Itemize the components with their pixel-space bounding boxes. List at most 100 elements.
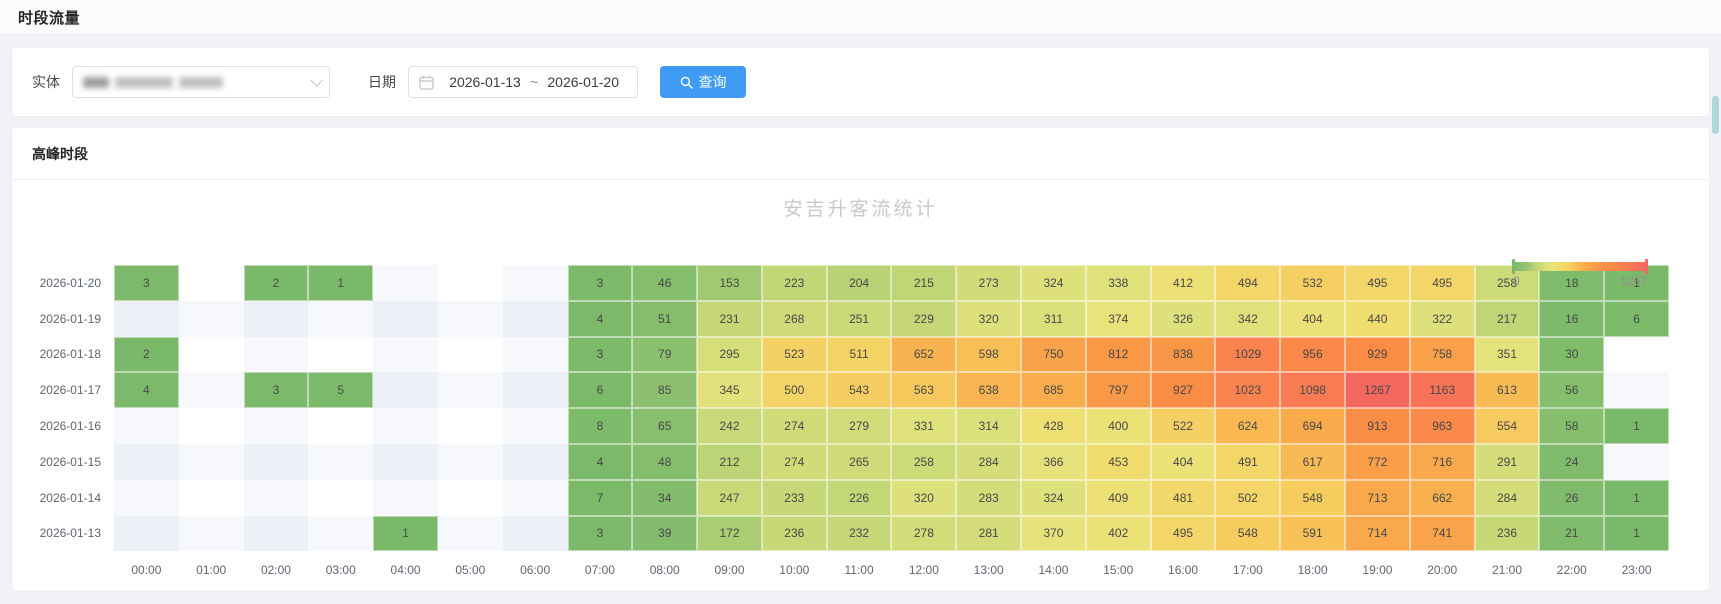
heatmap-cell[interactable]: 51	[632, 301, 697, 337]
heatmap-cell[interactable]: 65	[632, 408, 697, 444]
heatmap-cell[interactable]: 758	[1410, 337, 1475, 373]
heatmap-cell[interactable]: 279	[827, 408, 892, 444]
heatmap-cell[interactable]: 16	[1539, 301, 1604, 337]
heatmap-cell[interactable]: 2	[244, 265, 309, 301]
heatmap-cell[interactable]	[503, 337, 568, 373]
heatmap-cell[interactable]: 85	[632, 372, 697, 408]
heatmap-cell[interactable]: 284	[956, 444, 1021, 480]
heatmap-cell[interactable]: 370	[1021, 516, 1086, 552]
heatmap-cell[interactable]: 1029	[1215, 337, 1280, 373]
heatmap-cell[interactable]: 1163	[1410, 372, 1475, 408]
heatmap-cell[interactable]: 502	[1215, 480, 1280, 516]
heatmap-cell[interactable]: 3	[568, 265, 633, 301]
heatmap-cell[interactable]: 624	[1215, 408, 1280, 444]
heatmap-cell[interactable]: 229	[891, 301, 956, 337]
heatmap-cell[interactable]	[438, 480, 503, 516]
heatmap-cell[interactable]: 2	[114, 337, 179, 373]
heatmap-cell[interactable]: 232	[827, 516, 892, 552]
heatmap-cell[interactable]: 613	[1475, 372, 1540, 408]
heatmap-cell[interactable]: 295	[697, 337, 762, 373]
heatmap-cell[interactable]: 338	[1086, 265, 1151, 301]
heatmap-cell[interactable]	[114, 444, 179, 480]
heatmap-cell[interactable]: 284	[1475, 480, 1540, 516]
heatmap-cell[interactable]: 1098	[1280, 372, 1345, 408]
heatmap-cell[interactable]: 231	[697, 301, 762, 337]
heatmap-cell[interactable]: 481	[1151, 480, 1216, 516]
heatmap-cell[interactable]	[244, 444, 309, 480]
heatmap-cell[interactable]: 172	[697, 516, 762, 552]
heatmap-cell[interactable]	[308, 444, 373, 480]
heatmap-cell[interactable]	[114, 408, 179, 444]
heatmap-cell[interactable]	[438, 265, 503, 301]
heatmap-cell[interactable]: 314	[956, 408, 1021, 444]
heatmap-cell[interactable]	[1604, 444, 1669, 480]
heatmap-cell[interactable]: 242	[697, 408, 762, 444]
heatmap-cell[interactable]: 428	[1021, 408, 1086, 444]
heatmap-cell[interactable]: 7	[568, 480, 633, 516]
heatmap-cell[interactable]: 6	[568, 372, 633, 408]
heatmap-cell[interactable]: 223	[762, 265, 827, 301]
heatmap-cell[interactable]: 311	[1021, 301, 1086, 337]
heatmap-cell[interactable]: 617	[1280, 444, 1345, 480]
heatmap-cell[interactable]: 694	[1280, 408, 1345, 444]
date-range-picker[interactable]: ~	[408, 66, 638, 98]
heatmap-cell[interactable]: 453	[1086, 444, 1151, 480]
heatmap-cell[interactable]: 713	[1345, 480, 1410, 516]
heatmap-cell[interactable]: 591	[1280, 516, 1345, 552]
heatmap-cell[interactable]: 1	[308, 265, 373, 301]
heatmap-cell[interactable]: 494	[1215, 265, 1280, 301]
heatmap-cell[interactable]	[503, 301, 568, 337]
heatmap-cell[interactable]: 662	[1410, 480, 1475, 516]
heatmap-cell[interactable]: 563	[891, 372, 956, 408]
heatmap-cell[interactable]	[373, 408, 438, 444]
heatmap-cell[interactable]: 1023	[1215, 372, 1280, 408]
heatmap-cell[interactable]	[179, 337, 244, 373]
visualmap-handle-max[interactable]	[1645, 259, 1648, 274]
heatmap-cell[interactable]	[179, 301, 244, 337]
visualmap-handle-min[interactable]	[1512, 259, 1515, 274]
heatmap-cell[interactable]: 1	[373, 516, 438, 552]
query-button[interactable]: 查询	[660, 66, 746, 98]
visualmap-legend[interactable]: 0 1267	[1513, 262, 1647, 288]
heatmap-cell[interactable]: 56	[1539, 372, 1604, 408]
heatmap-cell[interactable]: 500	[762, 372, 827, 408]
heatmap-cell[interactable]	[503, 372, 568, 408]
heatmap-cell[interactable]: 212	[697, 444, 762, 480]
heatmap-cell[interactable]	[244, 516, 309, 552]
heatmap-cell[interactable]: 46	[632, 265, 697, 301]
heatmap-cell[interactable]: 26	[1539, 480, 1604, 516]
heatmap-cell[interactable]: 812	[1086, 337, 1151, 373]
heatmap-cell[interactable]: 320	[891, 480, 956, 516]
heatmap-cell[interactable]	[244, 337, 309, 373]
heatmap-cell[interactable]: 324	[1021, 265, 1086, 301]
heatmap-cell[interactable]: 750	[1021, 337, 1086, 373]
heatmap-cell[interactable]: 716	[1410, 444, 1475, 480]
heatmap-cell[interactable]: 652	[891, 337, 956, 373]
heatmap-cell[interactable]	[503, 408, 568, 444]
heatmap-cell[interactable]: 495	[1345, 265, 1410, 301]
heatmap-cell[interactable]	[373, 372, 438, 408]
heatmap-cell[interactable]	[438, 372, 503, 408]
heatmap-cell[interactable]: 324	[1021, 480, 1086, 516]
heatmap-cell[interactable]: 226	[827, 480, 892, 516]
heatmap-cell[interactable]: 273	[956, 265, 1021, 301]
heatmap-cell[interactable]: 351	[1475, 337, 1540, 373]
heatmap-cell[interactable]: 79	[632, 337, 697, 373]
heatmap-cell[interactable]	[244, 408, 309, 444]
heatmap-cell[interactable]	[179, 516, 244, 552]
heatmap-cell[interactable]: 268	[762, 301, 827, 337]
heatmap-cell[interactable]: 236	[762, 516, 827, 552]
heatmap-cell[interactable]: 3	[568, 516, 633, 552]
heatmap-cell[interactable]: 402	[1086, 516, 1151, 552]
heatmap-cell[interactable]: 412	[1151, 265, 1216, 301]
heatmap-cell[interactable]	[179, 480, 244, 516]
heatmap-cell[interactable]: 404	[1280, 301, 1345, 337]
heatmap-cell[interactable]: 215	[891, 265, 956, 301]
heatmap-cell[interactable]	[114, 301, 179, 337]
heatmap-cell[interactable]: 929	[1345, 337, 1410, 373]
entity-select[interactable]	[72, 66, 330, 98]
heatmap-cell[interactable]: 274	[762, 408, 827, 444]
heatmap-cell[interactable]	[373, 265, 438, 301]
heatmap-cell[interactable]: 440	[1345, 301, 1410, 337]
heatmap-cell[interactable]: 772	[1345, 444, 1410, 480]
